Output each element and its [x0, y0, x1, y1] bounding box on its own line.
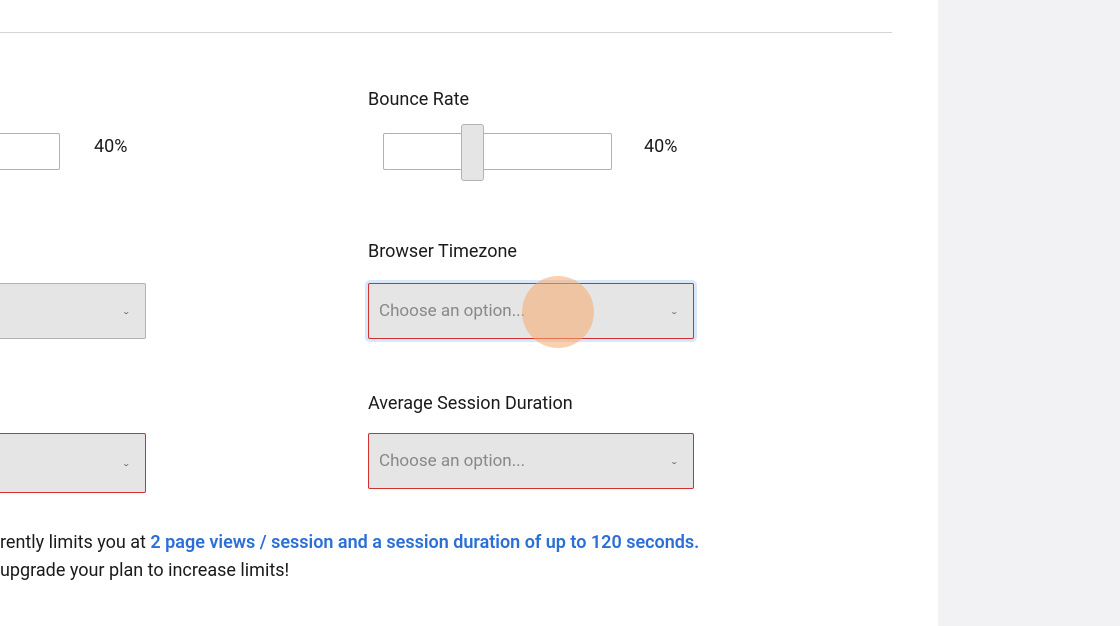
bounce-rate-label: Bounce Rate	[368, 89, 469, 110]
side-panel	[938, 0, 1120, 626]
settings-form: 40% Bounce Rate 40% ) en-us ⌄ Browser Ti…	[0, 0, 892, 626]
browser-timezone-label: Browser Timezone	[368, 241, 517, 262]
avg-session-label: Average Session Duration	[368, 393, 573, 414]
plan-limit-notice-line2: upgrade your plan to increase limits!	[0, 560, 289, 581]
divider	[0, 32, 892, 33]
avg-session-dropdown[interactable]: Choose an option... ⌄	[368, 433, 694, 489]
browser-timezone-placeholder: Choose an option...	[379, 301, 525, 321]
left-slider-value: 40%	[94, 136, 127, 157]
bounce-rate-slider-track[interactable]	[383, 133, 612, 170]
notice-prefix: rently limits you at	[0, 532, 150, 553]
left-error-dropdown[interactable]: ⌄	[0, 433, 146, 493]
chevron-down-icon: ⌄	[670, 306, 679, 315]
browser-timezone-dropdown[interactable]: Choose an option... ⌄	[368, 283, 694, 339]
avg-session-placeholder: Choose an option...	[379, 451, 525, 471]
locale-dropdown[interactable]: ) en-us ⌄	[0, 283, 146, 339]
chevron-down-icon: ⌄	[122, 458, 131, 467]
notice-highlight: 2 page views / session and a session dur…	[150, 532, 699, 553]
left-slider-input[interactable]	[0, 133, 60, 170]
plan-limit-notice-line1: rently limits you at 2 page views / sess…	[0, 532, 699, 553]
chevron-down-icon: ⌄	[122, 306, 131, 315]
bounce-rate-slider-thumb[interactable]	[461, 124, 484, 181]
bounce-rate-value: 40%	[644, 136, 677, 157]
chevron-down-icon: ⌄	[670, 456, 679, 465]
